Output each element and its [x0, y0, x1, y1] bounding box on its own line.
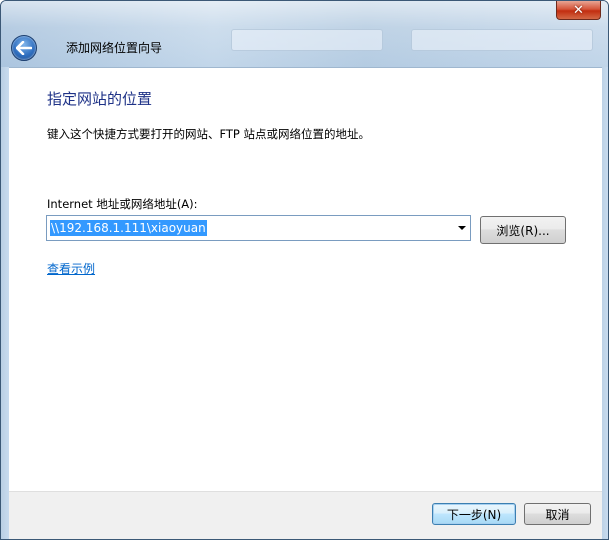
address-label: Internet 地址或网络地址(A):: [47, 197, 198, 211]
window-title: 添加网络位置向导: [66, 41, 163, 55]
window-frame-left: [1, 67, 9, 539]
wizard-window: ✕ 添加网络位置向导 指定网站的位置 键入这个快捷方式要打开的网站、FTP 站点…: [0, 0, 609, 540]
back-arrow-icon: [16, 41, 32, 55]
back-button[interactable]: [11, 35, 37, 61]
page-description: 键入这个快捷方式要打开的网站、FTP 站点或网络位置的地址。: [47, 127, 371, 141]
wizard-content: 指定网站的位置 键入这个快捷方式要打开的网站、FTP 站点或网络位置的地址。 I…: [9, 67, 602, 491]
cancel-button[interactable]: 取消: [524, 503, 591, 525]
wizard-footer: 下一步(N) 取消: [9, 491, 602, 539]
browse-button[interactable]: 浏览(R)...: [480, 216, 566, 244]
page-heading: 指定网站的位置: [47, 90, 153, 108]
address-value: \\192.168.1.111\xiaoyuan: [50, 220, 207, 236]
background-blur-strip: [411, 29, 593, 51]
next-button[interactable]: 下一步(N): [432, 503, 516, 525]
title-bar: ✕ 添加网络位置向导: [1, 1, 608, 67]
address-input[interactable]: \\192.168.1.111\xiaoyuan: [46, 215, 471, 241]
background-blur-strip: [231, 29, 383, 51]
close-icon: ✕: [573, 2, 584, 18]
chevron-down-icon[interactable]: [458, 226, 466, 230]
close-button[interactable]: ✕: [556, 1, 601, 20]
view-example-link[interactable]: 查看示例: [47, 260, 95, 277]
